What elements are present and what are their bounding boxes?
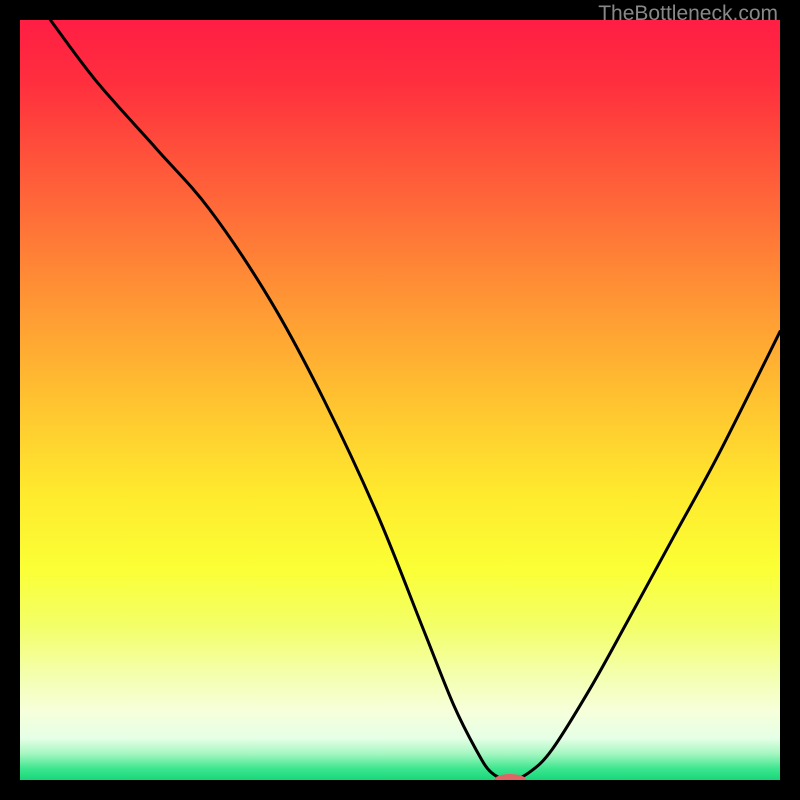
gradient-background [20,20,780,780]
plot-area [20,20,780,780]
chart-frame: TheBottleneck.com [0,0,800,800]
bottleneck-chart [20,20,780,780]
